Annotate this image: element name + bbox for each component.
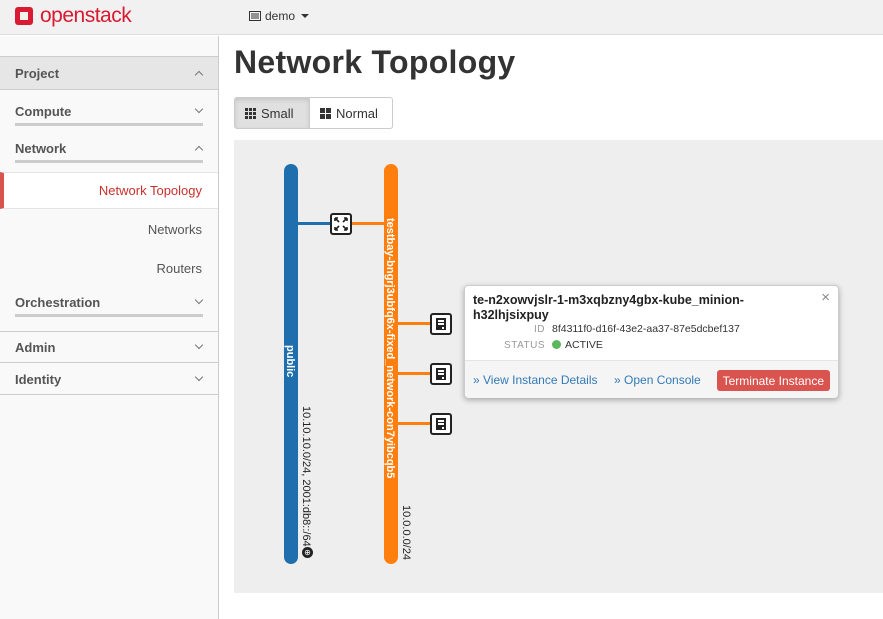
sidebar-item-label: Network Topology <box>98 183 202 198</box>
chevron-down-icon <box>194 104 204 114</box>
normal-view-button[interactable]: Normal <box>310 97 393 129</box>
status-active-icon <box>552 340 561 349</box>
instance-icon <box>436 418 446 430</box>
sidebar-divider <box>15 314 203 317</box>
page-title: Network Topology <box>234 44 516 80</box>
network-cidr-tenant: 10.0.0.0/24 <box>400 505 412 561</box>
status-value: ACTIVE <box>565 339 603 351</box>
open-console-link[interactable]: » Open Console <box>614 373 701 387</box>
chevron-down-icon <box>194 372 204 382</box>
instance-node[interactable] <box>430 313 452 335</box>
router-link-tenant <box>352 222 385 225</box>
sidebar-project-label: Project <box>15 66 60 81</box>
router-node[interactable] <box>330 213 352 235</box>
sidebar-identity[interactable]: Identity <box>0 368 218 396</box>
close-icon[interactable]: × <box>821 289 830 306</box>
view-size-toggle: Small Normal <box>234 97 393 129</box>
network-name-tenant: testbay-bngrj3ubfq6x-fixed_network-con7y… <box>384 218 396 479</box>
chevron-up-icon <box>194 70 204 80</box>
instance-popup: te-n2xowvjslr-1-m3xqbzny4gbx-kube_minion… <box>464 285 839 398</box>
chevron-down-icon <box>194 295 204 305</box>
caret-down-icon <box>301 14 310 18</box>
sidebar-orchestration-label: Orchestration <box>15 295 101 310</box>
view-instance-details-link[interactable]: » View Instance Details <box>473 373 598 387</box>
status-label: STATUS <box>504 340 545 351</box>
instance-name: te-n2xowvjslr-1-m3xqbzny4gbx-kube_minion… <box>473 293 744 322</box>
sidebar-admin[interactable]: Admin <box>0 336 218 364</box>
sidebar-item-label: Routers <box>156 261 202 276</box>
sidebar: Project Compute Network Network Topology… <box>0 36 219 619</box>
sidebar-separator <box>0 331 218 332</box>
sidebar-project-header[interactable]: Project <box>0 56 218 90</box>
sidebar-item-routers[interactable]: Routers <box>0 257 218 281</box>
instance-icon <box>436 318 446 330</box>
sidebar-network-label: Network <box>15 141 67 156</box>
grid-large-icon <box>320 107 331 119</box>
globe-icon: ⊕ <box>302 547 313 558</box>
instance-link <box>398 372 430 375</box>
openstack-logo[interactable]: openstack <box>13 4 132 28</box>
sidebar-item-network-topology[interactable]: Network Topology <box>0 172 218 209</box>
network-name-public: public <box>284 345 296 378</box>
chevron-down-icon <box>194 340 204 350</box>
instance-node[interactable] <box>430 363 452 385</box>
instance-node[interactable] <box>430 413 452 435</box>
sidebar-item-networks[interactable]: Networks <box>0 218 218 242</box>
sidebar-compute-label: Compute <box>15 104 72 119</box>
brand-name: openstack <box>40 4 132 27</box>
sidebar-separator <box>0 394 218 395</box>
project-list-icon <box>249 11 261 21</box>
project-name: demo <box>265 9 296 23</box>
openstack-logo-icon <box>13 5 35 27</box>
status-value-wrap: ACTIVE <box>552 339 603 351</box>
instance-id: 8f4311f0-d16f-43e2-aa37-87e5dcbef137 <box>552 323 740 335</box>
instance-icon <box>436 368 446 380</box>
instance-link <box>398 322 430 325</box>
id-label: ID <box>534 324 545 335</box>
instance-link <box>398 422 430 425</box>
popup-actions: » View Instance Details » Open Console T… <box>465 360 838 398</box>
sidebar-divider <box>15 123 203 126</box>
top-navbar: openstack demo <box>0 0 883 35</box>
normal-view-label: Normal <box>336 105 378 121</box>
grid-small-icon <box>245 107 256 119</box>
chevron-up-icon <box>194 145 204 155</box>
sidebar-item-label: Networks <box>147 222 202 237</box>
router-icon <box>334 217 348 231</box>
terminate-instance-button[interactable]: Terminate Instance <box>716 370 830 391</box>
network-cidr-public: 10.10.10.0/24, 2001:db8::/64 <box>300 406 312 547</box>
sidebar-separator <box>0 362 218 363</box>
project-dropdown[interactable]: demo <box>249 9 310 23</box>
small-view-button[interactable]: Small <box>234 97 310 129</box>
sidebar-identity-label: Identity <box>15 372 62 387</box>
router-link-public <box>298 222 330 225</box>
small-view-label: Small <box>261 105 294 121</box>
sidebar-divider <box>15 160 203 163</box>
sidebar-admin-label: Admin <box>15 340 56 355</box>
